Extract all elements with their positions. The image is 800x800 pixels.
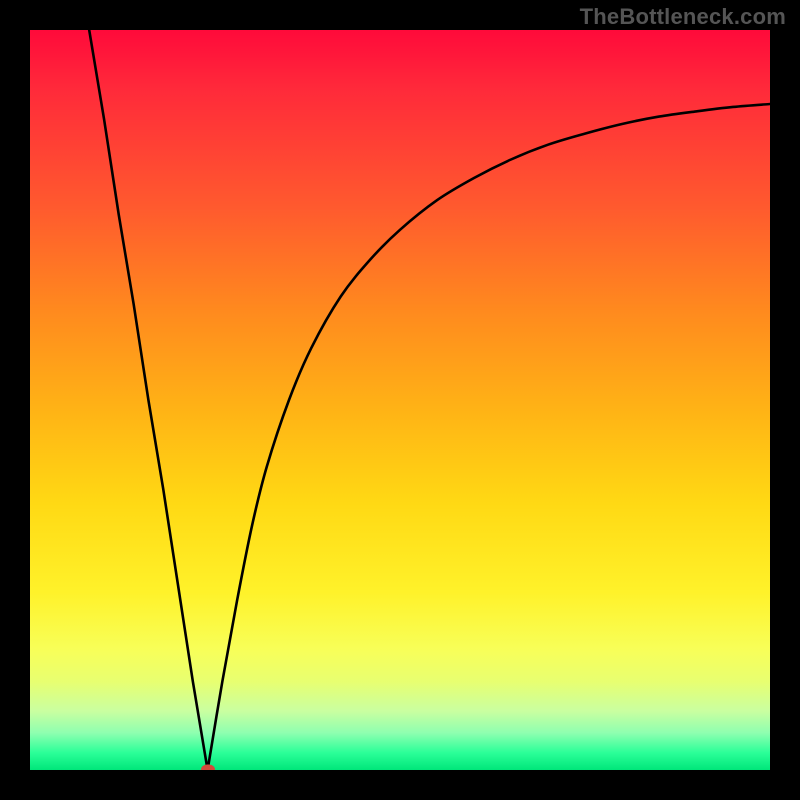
watermark-text: TheBottleneck.com	[580, 4, 786, 30]
bottleneck-curve	[89, 30, 770, 770]
minimum-marker	[201, 765, 215, 771]
plot-area	[30, 30, 770, 770]
chart-frame: TheBottleneck.com	[0, 0, 800, 800]
curve-svg	[30, 30, 770, 770]
